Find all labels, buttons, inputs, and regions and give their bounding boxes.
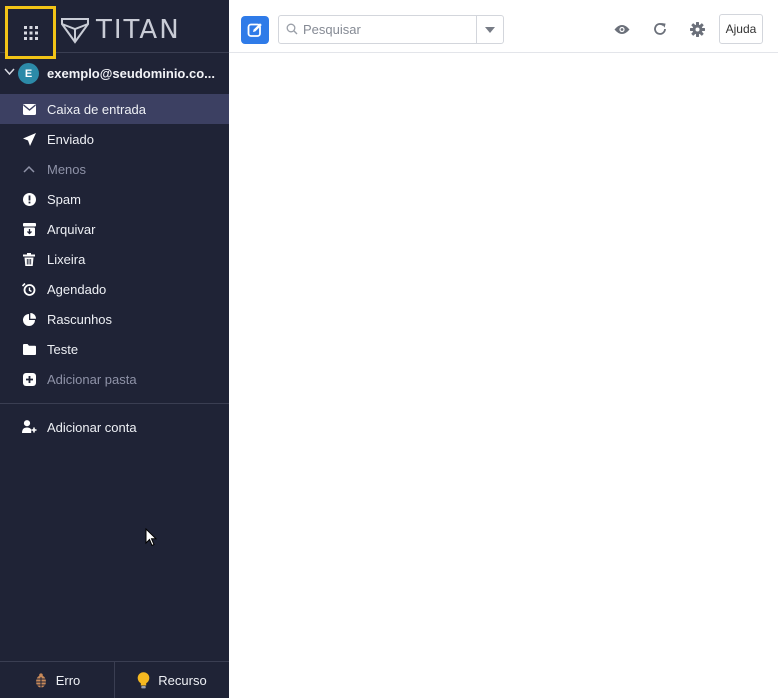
folder-label: Rascunhos xyxy=(47,312,113,327)
archive-icon xyxy=(22,222,36,236)
refresh-icon xyxy=(654,23,666,35)
sidebar: TITAN E exemplo@seudominio.co... Caixa d… xyxy=(0,0,229,698)
folder-label: Adicionar pasta xyxy=(47,372,137,387)
exclamation-circle-icon xyxy=(22,192,36,206)
trash-icon xyxy=(22,252,36,266)
chevron-down-icon[interactable] xyxy=(4,66,15,77)
folder-label: Spam xyxy=(47,192,81,207)
folder-label: Menos xyxy=(47,162,87,177)
folder-item-scheduled[interactable]: Agendado xyxy=(0,274,229,304)
account-email: exemplo@seudominio.co... xyxy=(47,66,215,81)
search-input[interactable] xyxy=(303,19,473,40)
feature-label: Recurso xyxy=(158,672,207,688)
brand-bar: TITAN xyxy=(0,0,229,59)
divider xyxy=(0,403,229,404)
folder-label: Arquivar xyxy=(47,222,96,237)
folder-icon xyxy=(22,342,36,356)
caret-down-icon xyxy=(485,26,495,33)
sidebar-footer: Erro Recurso xyxy=(0,661,229,698)
folder-item-trash[interactable]: Lixeira xyxy=(0,244,229,274)
avatar: E xyxy=(18,63,39,84)
feature-request-button[interactable]: Recurso xyxy=(114,662,229,698)
folder-label: Teste xyxy=(47,342,79,357)
folder-item-less[interactable]: Menos xyxy=(0,154,229,184)
folder-label: Agendado xyxy=(47,282,107,297)
folder-item-archive[interactable]: Arquivar xyxy=(0,214,229,244)
add-folder-button[interactable]: Adicionar pasta xyxy=(0,364,229,394)
titan-cube-icon xyxy=(61,18,89,44)
bug-icon xyxy=(35,672,47,687)
mail-content-area xyxy=(229,54,778,698)
folder-label: Lixeira xyxy=(47,252,86,267)
grid-icon xyxy=(23,25,38,40)
plus-square-icon xyxy=(22,372,36,386)
add-account-label: Adicionar conta xyxy=(47,420,137,435)
top-toolbar: Ajuda xyxy=(229,0,778,53)
paper-plane-icon xyxy=(22,132,36,146)
folder-item-inbox[interactable]: Caixa de entrada xyxy=(0,94,229,124)
refresh-button[interactable] xyxy=(652,21,668,37)
report-bug-button[interactable]: Erro xyxy=(0,662,114,698)
user-plus-icon xyxy=(22,420,37,434)
pie-icon xyxy=(22,312,36,326)
preview-toggle-button[interactable] xyxy=(614,21,630,37)
chevron-up-icon xyxy=(22,162,36,176)
folder-label: Caixa de entrada xyxy=(47,102,147,117)
apps-grid-button[interactable] xyxy=(5,6,56,59)
folder-item-sent[interactable]: Enviado xyxy=(0,124,229,154)
mouse-cursor-icon xyxy=(145,528,157,547)
account-row[interactable]: E exemplo@seudominio.co... xyxy=(0,60,229,88)
search-icon xyxy=(286,23,298,35)
compose-button[interactable] xyxy=(241,16,269,44)
lightbulb-icon xyxy=(137,671,150,688)
compose-icon xyxy=(247,23,262,37)
envelope-icon xyxy=(22,102,36,116)
folder-item-spam[interactable]: Spam xyxy=(0,184,229,214)
settings-button[interactable] xyxy=(689,21,705,37)
folder-label: Enviado xyxy=(47,132,94,147)
eye-icon xyxy=(614,24,630,34)
folder-list: Caixa de entrada Enviado Menos Spam Arqu… xyxy=(0,94,229,394)
app-window: TITAN E exemplo@seudominio.co... Caixa d… xyxy=(0,0,778,698)
folder-item-drafts[interactable]: Rascunhos xyxy=(0,304,229,334)
titan-logo: TITAN xyxy=(60,14,181,46)
bug-label: Erro xyxy=(55,672,81,688)
folder-item-teste[interactable]: Teste xyxy=(0,334,229,364)
help-button[interactable]: Ajuda xyxy=(719,14,763,44)
clock-icon xyxy=(22,282,36,296)
search-box xyxy=(278,15,504,44)
gear-icon xyxy=(689,21,705,37)
search-options-dropdown[interactable] xyxy=(476,16,503,43)
add-account-button[interactable]: Adicionar conta xyxy=(0,412,229,442)
brand-name: TITAN xyxy=(96,15,181,45)
